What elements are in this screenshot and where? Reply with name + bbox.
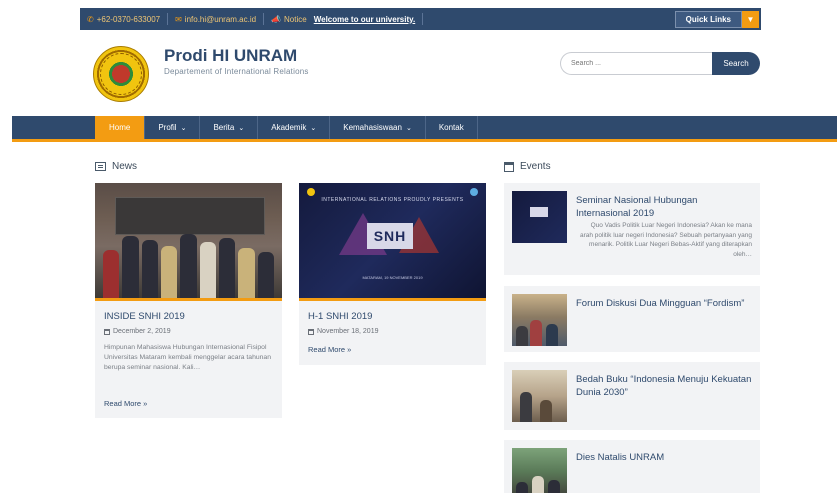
calendar-icon xyxy=(308,328,314,335)
event-item: Forum Diskusi Dua Mingguan “Fordism” xyxy=(504,286,760,352)
notice-text[interactable]: Welcome to our university. xyxy=(314,15,416,24)
megaphone-icon: 📣 xyxy=(271,14,282,24)
quick-links-dropdown[interactable]: Quick Links ▼ xyxy=(674,11,759,28)
news-date: December 2, 2019 xyxy=(104,328,171,335)
news-title[interactable]: H-1 SNHI 2019 xyxy=(308,311,372,322)
event-item: Seminar Nasional Hubungan Internasional … xyxy=(504,183,760,275)
news-date: November 18, 2019 xyxy=(308,328,378,335)
event-thumbnail[interactable] xyxy=(512,370,567,422)
event-item: Bedah Buku “Indonesia Menuju Kekuatan Du… xyxy=(504,362,760,430)
quick-links-label[interactable]: Quick Links xyxy=(674,11,742,28)
news-card: INSIDE SNHI 2019 December 2, 2019 Himpun… xyxy=(95,183,282,418)
event-title[interactable]: Seminar Nasional Hubungan Internasional … xyxy=(576,194,752,220)
chevron-down-icon: ⌄ xyxy=(238,124,245,132)
phone-item[interactable]: ✆ +62-0370-633007 xyxy=(80,13,169,25)
image-caption: MATARAM, 19 NOVEMBER 2019 xyxy=(362,275,423,280)
envelope-icon: ✉ xyxy=(175,14,182,24)
notice-item: 📣 Notice Welcome to our university. xyxy=(264,13,424,25)
nav-item-home[interactable]: Home xyxy=(95,116,146,139)
phone-icon: ✆ xyxy=(87,14,94,24)
chevron-down-icon: ⌄ xyxy=(310,124,317,132)
nav-item-kemahasiswaan[interactable]: Kemahasiswaan ⌄ xyxy=(330,116,426,139)
search-input[interactable] xyxy=(560,52,712,75)
university-logo[interactable] xyxy=(93,46,149,102)
news-title[interactable]: INSIDE SNHI 2019 xyxy=(104,311,185,322)
site-title[interactable]: Prodi HI UNRAM xyxy=(164,46,297,66)
calendar-icon xyxy=(104,328,110,335)
news-card: INTERNATIONAL RELATIONS PROUDLY PRESENTS… xyxy=(299,183,486,365)
email-item[interactable]: ✉ info.hi@unram.ac.id xyxy=(168,13,265,25)
nav-item-profil[interactable]: Profil ⌄ xyxy=(145,116,201,139)
event-title[interactable]: Dies Natalis UNRAM xyxy=(576,451,752,464)
chevron-down-icon: ⌄ xyxy=(180,124,187,132)
event-excerpt: Quo Vadis Politik Luar Negeri Indonesia?… xyxy=(579,222,752,258)
search-form: Search xyxy=(560,52,760,75)
image-logo-text: SNH xyxy=(367,223,413,249)
read-more-link[interactable]: Read More » xyxy=(104,399,147,408)
event-thumbnail[interactable] xyxy=(512,191,567,243)
top-bar: ✆ +62-0370-633007 ✉ info.hi@unram.ac.id … xyxy=(80,8,761,30)
calendar-icon xyxy=(504,161,514,172)
phone-text: +62-0370-633007 xyxy=(96,14,161,24)
news-image[interactable]: INTERNATIONAL RELATIONS PROUDLY PRESENTS… xyxy=(299,183,486,301)
news-image[interactable] xyxy=(95,183,282,301)
notice-label: Notice xyxy=(284,14,307,24)
chevron-down-icon[interactable]: ▼ xyxy=(742,11,759,28)
event-item: Dies Natalis UNRAM xyxy=(504,440,760,493)
site-subtitle: Departement of International Relations xyxy=(164,67,309,76)
newspaper-icon xyxy=(95,162,106,171)
read-more-link[interactable]: Read More » xyxy=(308,345,351,354)
email-text: info.hi@unram.ac.id xyxy=(184,14,257,24)
nav-item-kontak[interactable]: Kontak xyxy=(426,116,478,139)
news-heading: News xyxy=(95,161,137,172)
main-nav: Home Profil ⌄ Berita ⌄ Akademik ⌄ Kemahasis… xyxy=(12,116,837,142)
event-thumbnail[interactable] xyxy=(512,448,567,493)
news-excerpt: Himpunan Mahasiswa Hubungan Internasiona… xyxy=(104,344,271,371)
event-title[interactable]: Forum Diskusi Dua Mingguan “Fordism” xyxy=(576,297,752,310)
image-heading: INTERNATIONAL RELATIONS PROUDLY PRESENTS xyxy=(321,197,464,203)
event-title[interactable]: Bedah Buku “Indonesia Menuju Kekuatan Du… xyxy=(576,373,752,399)
nav-item-berita[interactable]: Berita ⌄ xyxy=(200,116,259,139)
search-button[interactable]: Search xyxy=(712,52,760,75)
event-thumbnail[interactable] xyxy=(512,294,567,346)
chevron-down-icon: ⌄ xyxy=(405,124,412,132)
nav-item-akademik[interactable]: Akademik ⌄ xyxy=(258,116,331,139)
events-heading: Events xyxy=(504,161,551,172)
